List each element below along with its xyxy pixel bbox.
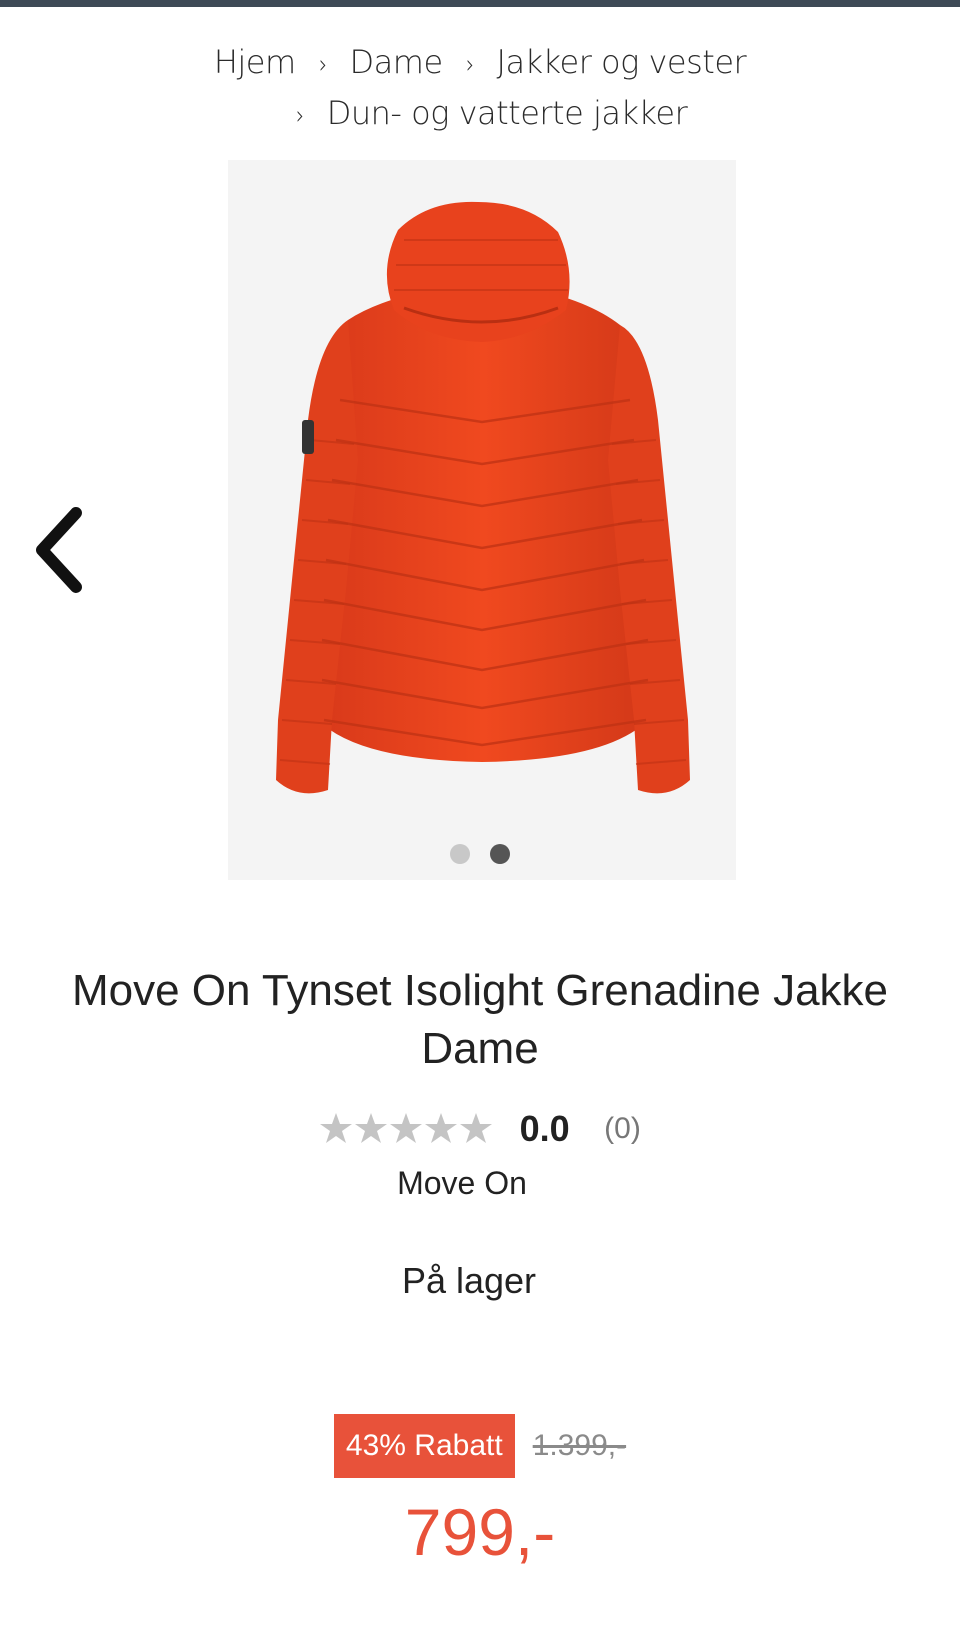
product-brand-link[interactable]: Move On xyxy=(0,1165,924,1202)
product-image-gallery[interactable] xyxy=(228,160,736,880)
rating-count: (0) xyxy=(604,1112,641,1145)
discount-badge: 43% Rabatt xyxy=(333,1414,515,1478)
chevron-right-icon: › xyxy=(318,50,327,80)
stock-status: På lager xyxy=(401,1260,537,1301)
breadcrumb-item-dun-og-vatterte-jakker[interactable]: Dun- og vatterte jakker xyxy=(327,89,688,137)
current-price: 799,- xyxy=(404,1495,556,1569)
breadcrumb: Hjem › Dame › Jakker og vester › Dun- og vatt… xyxy=(0,38,960,140)
chevron-right-icon: › xyxy=(465,50,474,80)
star-icon xyxy=(355,1113,388,1143)
old-price: 1.399,- xyxy=(532,1429,627,1462)
star-icon xyxy=(320,1113,353,1143)
rating-score: 0.0 xyxy=(519,1108,570,1149)
jacket-image xyxy=(276,201,690,794)
product-rating[interactable]: 0.0 (0) xyxy=(0,1105,960,1153)
product-title: Move On Tynset Isolight Grenadine Jakke … xyxy=(71,966,889,1073)
top-bar xyxy=(0,0,960,7)
price-row: 43% Rabatt 1.399,- xyxy=(0,1414,960,1478)
star-icon xyxy=(460,1113,493,1143)
breadcrumb-row-1: Hjem › Dame › Jakker og vester xyxy=(0,38,960,89)
chevron-right-icon: › xyxy=(295,101,304,131)
star-icon xyxy=(390,1113,423,1143)
gallery-dot-2-active[interactable] xyxy=(490,844,510,864)
rating-stars xyxy=(320,1113,493,1143)
star-icon xyxy=(425,1113,458,1143)
breadcrumb-row-2: › Dun- og vatterte jakker xyxy=(0,89,960,140)
chevron-left-icon xyxy=(36,507,82,593)
breadcrumb-item-dame[interactable]: Dame xyxy=(350,38,444,86)
gallery-prev-button[interactable] xyxy=(28,505,88,595)
breadcrumb-item-jakker-og-vester[interactable]: Jakker og vester xyxy=(497,38,747,86)
gallery-dot-1[interactable] xyxy=(450,844,470,864)
gallery-pagination xyxy=(0,844,960,866)
breadcrumb-item-hjem[interactable]: Hjem xyxy=(214,38,296,86)
